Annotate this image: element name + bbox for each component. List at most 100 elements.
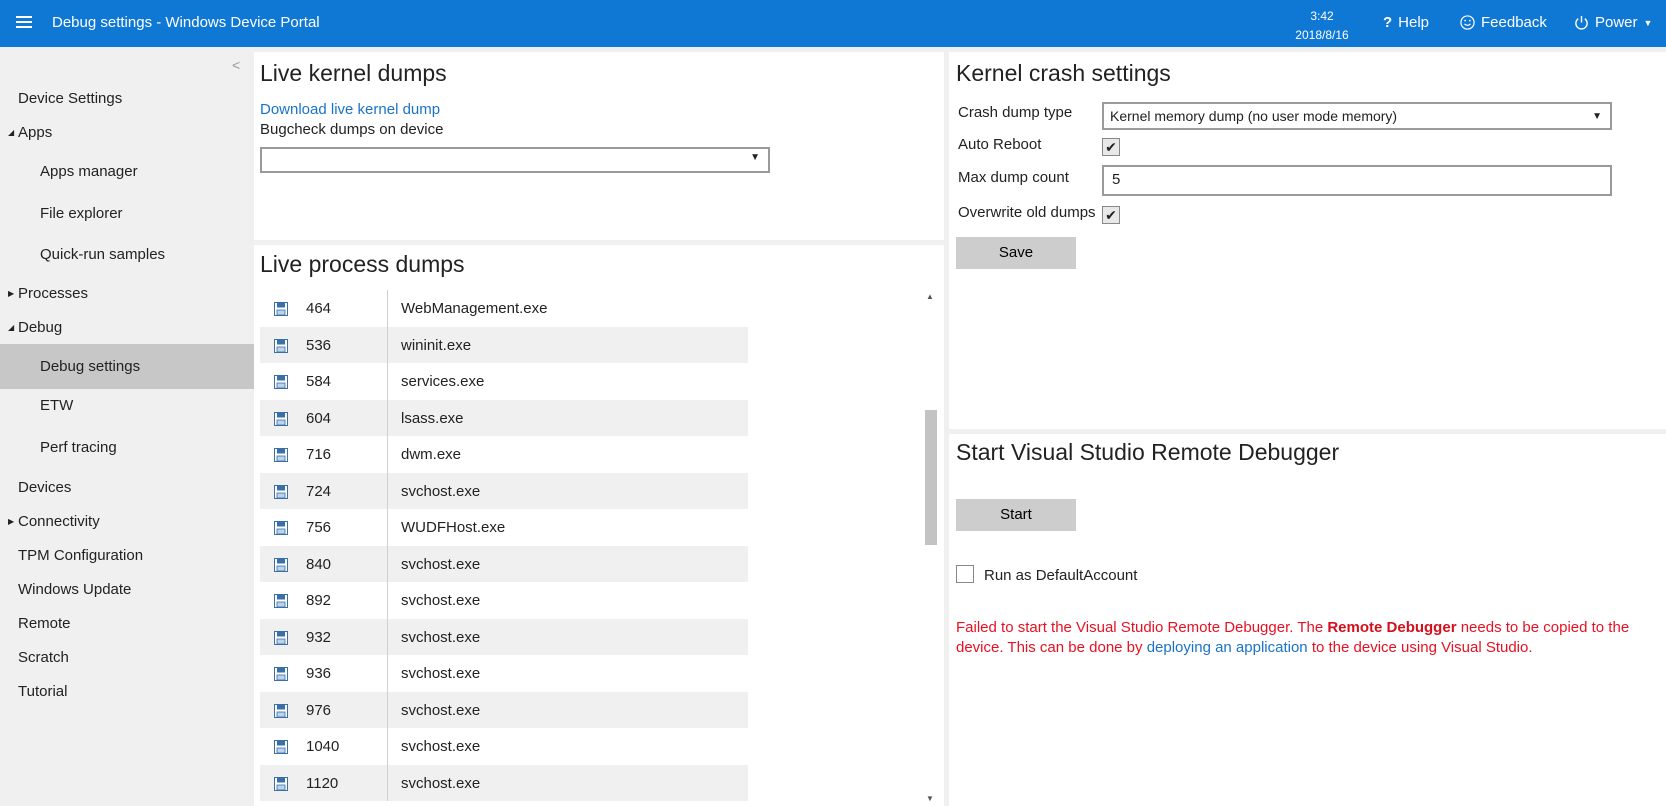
process-id: 840 bbox=[306, 555, 332, 573]
collapse-sidebar-icon[interactable]: < bbox=[232, 57, 244, 73]
chevron-down-icon: ▼ bbox=[1643, 17, 1653, 28]
overwrite-old-dumps-checkbox[interactable]: ✔ bbox=[1102, 206, 1120, 224]
table-row: 584 services.exe bbox=[260, 363, 748, 400]
sidebar-item-label: Devices bbox=[18, 479, 72, 496]
collapsed-triangle-icon: ▶ bbox=[8, 289, 15, 298]
sidebar-item-label: File explorer bbox=[40, 205, 123, 222]
run-as-default-account-label: Run as DefaultAccount bbox=[984, 567, 1138, 584]
collapsed-triangle-icon: ▶ bbox=[8, 517, 15, 526]
hamburger-menu-icon[interactable] bbox=[16, 16, 32, 29]
clock: 3:42 2018/8/16 bbox=[1286, 7, 1358, 45]
sidebar-item-etw[interactable]: ETW bbox=[0, 389, 254, 423]
save-dump-icon[interactable] bbox=[274, 740, 288, 754]
sidebar-item-apps[interactable]: ◢ Apps bbox=[0, 116, 254, 150]
sidebar-item-label: Remote bbox=[18, 615, 71, 632]
save-dump-icon[interactable] bbox=[274, 557, 288, 572]
process-name: dwm.exe bbox=[401, 446, 462, 463]
process-id: 892 bbox=[306, 592, 332, 609]
save-dump-icon[interactable] bbox=[274, 484, 288, 499]
save-dump-icon[interactable] bbox=[274, 776, 288, 791]
live-kernel-dumps-heading: Live kernel dumps bbox=[260, 60, 447, 86]
sidebar-item-label: Scratch bbox=[18, 649, 69, 666]
bugcheck-dumps-select[interactable]: ▼ bbox=[260, 147, 770, 173]
auto-reboot-checkbox[interactable]: ✔ bbox=[1102, 138, 1120, 156]
sidebar-item-device-settings[interactable]: Device Settings bbox=[0, 82, 254, 116]
sidebar-item-label: Connectivity bbox=[18, 513, 100, 530]
column-divider bbox=[387, 290, 388, 327]
process-id: 716 bbox=[306, 446, 332, 463]
save-dump-icon[interactable] bbox=[274, 594, 288, 608]
table-row: 536 wininit.exe bbox=[260, 326, 748, 363]
run-as-default-account-checkbox[interactable] bbox=[956, 565, 974, 583]
feedback-button[interactable]: Feedback bbox=[1460, 14, 1547, 31]
crash-dump-type-value: Kernel memory dump (no user mode memory) bbox=[1110, 108, 1398, 124]
process-name: WebManagement.exe bbox=[401, 300, 548, 317]
sidebar-item-label: Perf tracing bbox=[40, 439, 117, 456]
process-id: 936 bbox=[306, 665, 332, 682]
sidebar-item-quick-run-samples[interactable]: Quick-run samples bbox=[0, 238, 254, 272]
sidebar-item-label: Debug bbox=[18, 319, 63, 336]
process-id: 1120 bbox=[306, 774, 339, 792]
process-id: 724 bbox=[306, 482, 332, 500]
sidebar-item-perf-tracing[interactable]: Perf tracing bbox=[0, 431, 254, 465]
save-dump-icon[interactable] bbox=[274, 703, 288, 718]
sidebar-item-label: Processes bbox=[18, 285, 89, 302]
process-id: 932 bbox=[306, 628, 332, 646]
sidebar-item-tpm-configuration[interactable]: TPM Configuration bbox=[0, 539, 254, 573]
save-dump-icon[interactable] bbox=[274, 411, 288, 426]
process-list-scrollbar[interactable]: ▲ ▼ bbox=[924, 290, 938, 806]
help-icon: ? bbox=[1383, 14, 1393, 31]
save-dump-icon[interactable] bbox=[274, 448, 288, 462]
scrollbar-thumb[interactable] bbox=[925, 410, 937, 545]
save-dump-icon[interactable] bbox=[274, 302, 288, 316]
error-text: to the device using Visual Studio. bbox=[1307, 639, 1533, 656]
max-dump-count-input[interactable]: 5 bbox=[1102, 165, 1612, 196]
sidebar-item-scratch[interactable]: Scratch bbox=[0, 641, 254, 675]
sidebar-item-label: TPM Configuration bbox=[18, 547, 144, 564]
save-dump-icon[interactable] bbox=[274, 338, 288, 353]
table-row: 892 svchost.exe bbox=[260, 582, 748, 619]
sidebar-item-debug[interactable]: ◢ Debug bbox=[0, 311, 254, 345]
column-divider bbox=[387, 472, 388, 509]
column-divider bbox=[387, 764, 388, 801]
process-list: 464 WebManagement.exe 536 wininit.exe 584 ser… bbox=[260, 290, 748, 801]
sidebar-item-devices[interactable]: Devices bbox=[0, 471, 254, 505]
sidebar-item-tutorial[interactable]: Tutorial bbox=[0, 675, 254, 709]
power-button[interactable]: Power ▼ bbox=[1574, 14, 1652, 31]
clock-time: 3:42 bbox=[1310, 9, 1334, 23]
crash-dump-type-select[interactable]: Kernel memory dump (no user mode memory)… bbox=[1102, 102, 1612, 130]
max-dump-count-label: Max dump count bbox=[958, 169, 1069, 186]
sidebar-item-debug-settings[interactable]: Debug settings bbox=[0, 344, 254, 389]
sidebar-item-remote[interactable]: Remote bbox=[0, 607, 254, 641]
crash-dump-type-label: Crash dump type bbox=[958, 104, 1073, 121]
save-button[interactable]: Save bbox=[956, 237, 1076, 269]
process-id: 756 bbox=[306, 519, 332, 536]
process-id: 1040 bbox=[306, 738, 340, 755]
sidebar-item-connectivity[interactable]: ▶ Connectivity bbox=[0, 505, 254, 539]
process-name: svchost.exe bbox=[401, 774, 481, 792]
sidebar-item-file-explorer[interactable]: File explorer bbox=[0, 197, 254, 231]
save-dump-icon[interactable] bbox=[274, 375, 288, 389]
table-row: 604 lsass.exe bbox=[260, 399, 748, 436]
clock-date: 2018/8/16 bbox=[1295, 28, 1349, 42]
column-divider bbox=[387, 326, 388, 363]
scroll-down-icon[interactable]: ▼ bbox=[926, 794, 934, 803]
sidebar-item-windows-update[interactable]: Windows Update bbox=[0, 573, 254, 607]
save-dump-icon[interactable] bbox=[274, 521, 288, 535]
column-divider bbox=[387, 618, 388, 655]
start-debugger-button[interactable]: Start bbox=[956, 499, 1076, 531]
sidebar-item-apps-manager[interactable]: Apps manager bbox=[0, 155, 254, 189]
save-dump-icon[interactable] bbox=[274, 667, 288, 681]
download-kernel-dump-link[interactable]: Download live kernel dump bbox=[260, 101, 440, 118]
table-row: 840 svchost.exe bbox=[260, 545, 748, 582]
save-dump-icon[interactable] bbox=[274, 630, 288, 645]
column-divider bbox=[387, 436, 388, 473]
error-text: Failed to start the Visual Studio Remote… bbox=[956, 619, 1328, 636]
help-button[interactable]: ? Help bbox=[1383, 14, 1429, 31]
sidebar-item-label: Quick-run samples bbox=[40, 246, 166, 263]
expanded-triangle-icon: ◢ bbox=[8, 323, 15, 332]
process-name: svchost.exe bbox=[401, 665, 481, 682]
sidebar-item-processes[interactable]: ▶ Processes bbox=[0, 277, 254, 311]
scroll-up-icon[interactable]: ▲ bbox=[926, 292, 934, 301]
deploying-application-link[interactable]: deploying an application bbox=[1147, 639, 1308, 656]
